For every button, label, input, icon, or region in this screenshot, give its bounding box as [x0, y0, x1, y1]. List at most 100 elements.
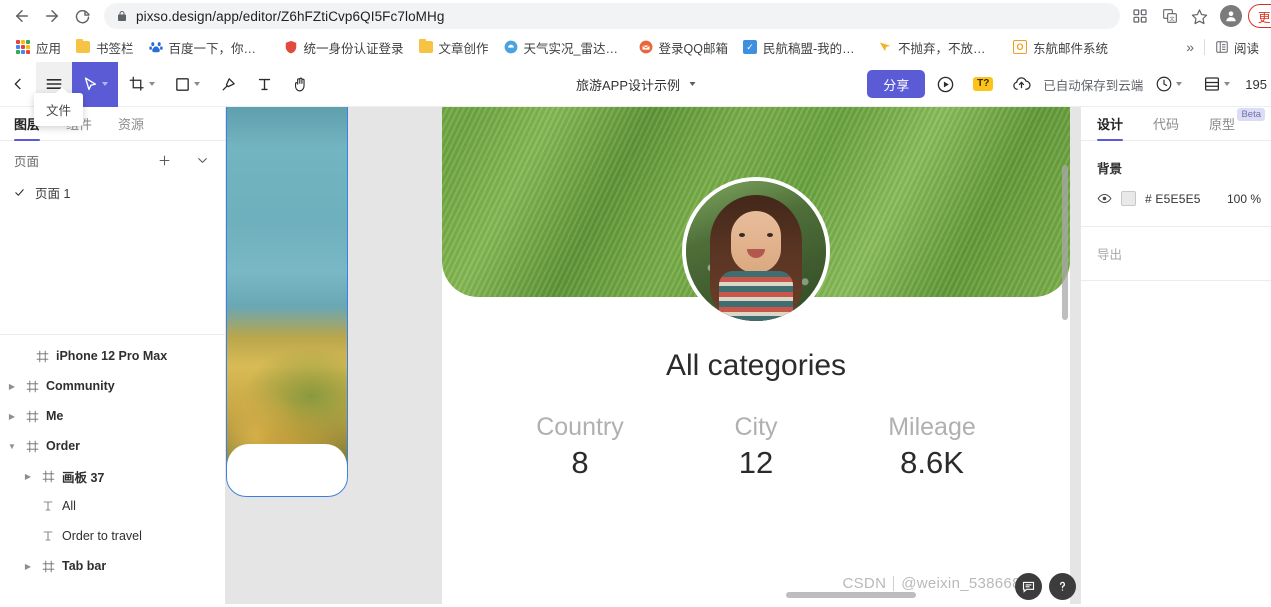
bookmark-label: 书签栏 — [96, 41, 134, 56]
bookmarks-overflow-button[interactable]: » — [1186, 39, 1194, 55]
layer-row[interactable]: ▶ Me — [0, 401, 225, 431]
shape-tool-button[interactable] — [164, 62, 210, 107]
stat-value: 8 — [571, 445, 589, 481]
chevron-down-icon[interactable]: ▼ — [6, 442, 18, 451]
bookmark-label: 统一身份认证登录 — [303, 41, 404, 56]
tab-prototype[interactable]: 原型 — [1209, 114, 1235, 140]
folder-icon — [418, 38, 434, 55]
address-bar[interactable]: pixso.design/app/editor/Z6hFZtiCvp6QI5Fc… — [104, 3, 1120, 29]
layer-row[interactable]: ▼ Order — [0, 431, 225, 461]
tab-assets[interactable]: 资源 — [118, 114, 144, 140]
bookmark-label: 文章创作 — [438, 41, 489, 56]
bookmark-apps[interactable]: 应用 — [8, 35, 68, 60]
bookmark-label: 百度一下，你就知道 — [168, 41, 269, 56]
bookmark-label: 民航稿盟-我的稿件... — [763, 41, 863, 56]
artboard-title: All categories — [665, 349, 847, 382]
browser-url-bar: pixso.design/app/editor/Z6hFZtiCvp6QI5Fc… — [0, 0, 1271, 32]
bookmark-weather[interactable]: 天气实况_雷达图_... — [496, 35, 631, 60]
layer-row[interactable]: iPhone 12 Pro Max — [0, 341, 225, 371]
translate-badge-button[interactable]: T? — [965, 62, 1001, 107]
reading-list-button[interactable]: 阅读 — [1215, 38, 1259, 57]
reload-button[interactable] — [68, 2, 96, 30]
pen-tool-button[interactable] — [210, 62, 246, 107]
weather-icon — [503, 39, 519, 55]
background-opacity-value[interactable]: 100 % — [1227, 192, 1261, 206]
background-color-swatch[interactable] — [1121, 191, 1136, 206]
layer-row[interactable]: ▶ Tab bar — [0, 551, 225, 581]
stat-label: Country — [536, 413, 624, 441]
stat-value: 12 — [738, 445, 774, 481]
profile-avatar[interactable] — [1219, 5, 1242, 27]
layer-label: Community — [46, 379, 115, 393]
apps-grid-icon — [15, 39, 31, 55]
layer-label: All — [62, 499, 76, 513]
artboard-preview-left[interactable] — [226, 107, 348, 497]
design-canvas[interactable]: All categories Country 8 City 12 Mileage… — [226, 107, 1080, 604]
hand-tool-button[interactable] — [282, 62, 318, 107]
layer-row[interactable]: All — [0, 491, 225, 521]
qr-code-icon[interactable] — [1126, 2, 1154, 30]
divider — [893, 576, 895, 591]
translate-icon[interactable]: 文 — [1156, 2, 1184, 30]
folder-icon — [75, 38, 91, 55]
export-section-title[interactable]: 导出 — [1081, 227, 1271, 280]
layer-row[interactable]: Order to travel — [0, 521, 225, 551]
layer-row[interactable]: ▶ Community — [0, 371, 225, 401]
background-fill-row: # E5E5E5 100 % — [1081, 177, 1271, 206]
background-hex-value[interactable]: # E5E5E5 — [1145, 192, 1218, 206]
stat-label: City — [734, 413, 778, 441]
bookmarks-bar: 应用 书签栏 百度一下，你就知道 统一身份认证登录 文章创作 天 — [0, 32, 1271, 62]
forward-button[interactable] — [38, 2, 66, 30]
history-button[interactable] — [1145, 62, 1191, 107]
layer-label: 画板 37 — [62, 470, 105, 485]
tab-design[interactable]: 设计 — [1097, 114, 1124, 141]
canvas-horizontal-scrollbar[interactable] — [786, 592, 916, 598]
bookmark-star-icon[interactable] — [1186, 2, 1214, 30]
present-button[interactable] — [927, 62, 963, 107]
page-item-1[interactable]: 页面 1 — [0, 179, 225, 205]
chevron-down-icon — [194, 82, 200, 86]
bookmark-never-give-up[interactable]: 不抛弃，不放弃，... — [870, 35, 1005, 60]
bookmark-auth-login[interactable]: 统一身份认证登录 — [276, 35, 411, 60]
chevron-right-icon[interactable]: ▶ — [6, 382, 18, 391]
text-layer-icon — [41, 530, 55, 542]
tab-code[interactable]: 代码 — [1153, 114, 1179, 140]
layer-label: Tab bar — [62, 559, 107, 573]
bookmark-mail-system[interactable]: O 东航邮件系统 — [1005, 35, 1115, 60]
frame-tool-button[interactable] — [118, 62, 164, 107]
chevron-right-icon[interactable]: ▶ — [22, 562, 34, 571]
document-title[interactable]: 旅游APP设计示例 — [576, 75, 696, 94]
layout-view-button[interactable] — [1193, 62, 1239, 107]
stat-mileage: Mileage 8.6K — [844, 412, 1020, 484]
bookmark-folder-articles[interactable]: 文章创作 — [411, 35, 496, 60]
bookmark-baidu[interactable]: 百度一下，你就知道 — [141, 35, 276, 60]
back-button[interactable] — [8, 2, 36, 30]
eye-icon[interactable] — [1097, 191, 1112, 206]
bookmark-icon — [877, 39, 893, 55]
chevron-right-icon[interactable]: ▶ — [6, 412, 18, 421]
artboard-order-selected[interactable]: All categories Country 8 City 12 Mileage… — [442, 107, 1070, 604]
mail-icon: O — [1012, 39, 1028, 55]
add-page-button[interactable] — [153, 149, 175, 171]
check-icon — [14, 187, 26, 198]
bookmark-folder-bookmarks[interactable]: 书签栏 — [68, 35, 141, 60]
lake-forest-photo — [227, 107, 347, 496]
bookmark-qq-mail[interactable]: 登录QQ邮箱 — [631, 35, 735, 60]
frame-icon — [25, 380, 39, 393]
help-button[interactable] — [1049, 573, 1076, 600]
layer-row[interactable]: ▶ 画板 37 — [0, 461, 225, 491]
share-button[interactable]: 分享 — [867, 70, 926, 98]
beta-badge: Beta — [1237, 108, 1265, 121]
comment-button[interactable] — [1015, 573, 1042, 600]
editor-back-button[interactable] — [0, 62, 36, 107]
canvas-vertical-scrollbar[interactable] — [1062, 165, 1068, 320]
toolbar-right-group: 分享 T? 已自动保存到云端 195 — [867, 62, 1271, 107]
text-tool-button[interactable] — [246, 62, 282, 107]
bookmark-civil-aviation[interactable]: ✓ 民航稿盟-我的稿件... — [735, 35, 870, 60]
chevron-right-icon[interactable]: ▶ — [22, 472, 34, 481]
collapse-pages-button[interactable] — [191, 149, 213, 171]
avatar-face — [731, 211, 781, 273]
document-icon: ✓ — [742, 39, 758, 55]
zoom-level-label[interactable]: 195 — [1241, 77, 1267, 92]
update-button[interactable]: 更新 — [1247, 4, 1271, 28]
